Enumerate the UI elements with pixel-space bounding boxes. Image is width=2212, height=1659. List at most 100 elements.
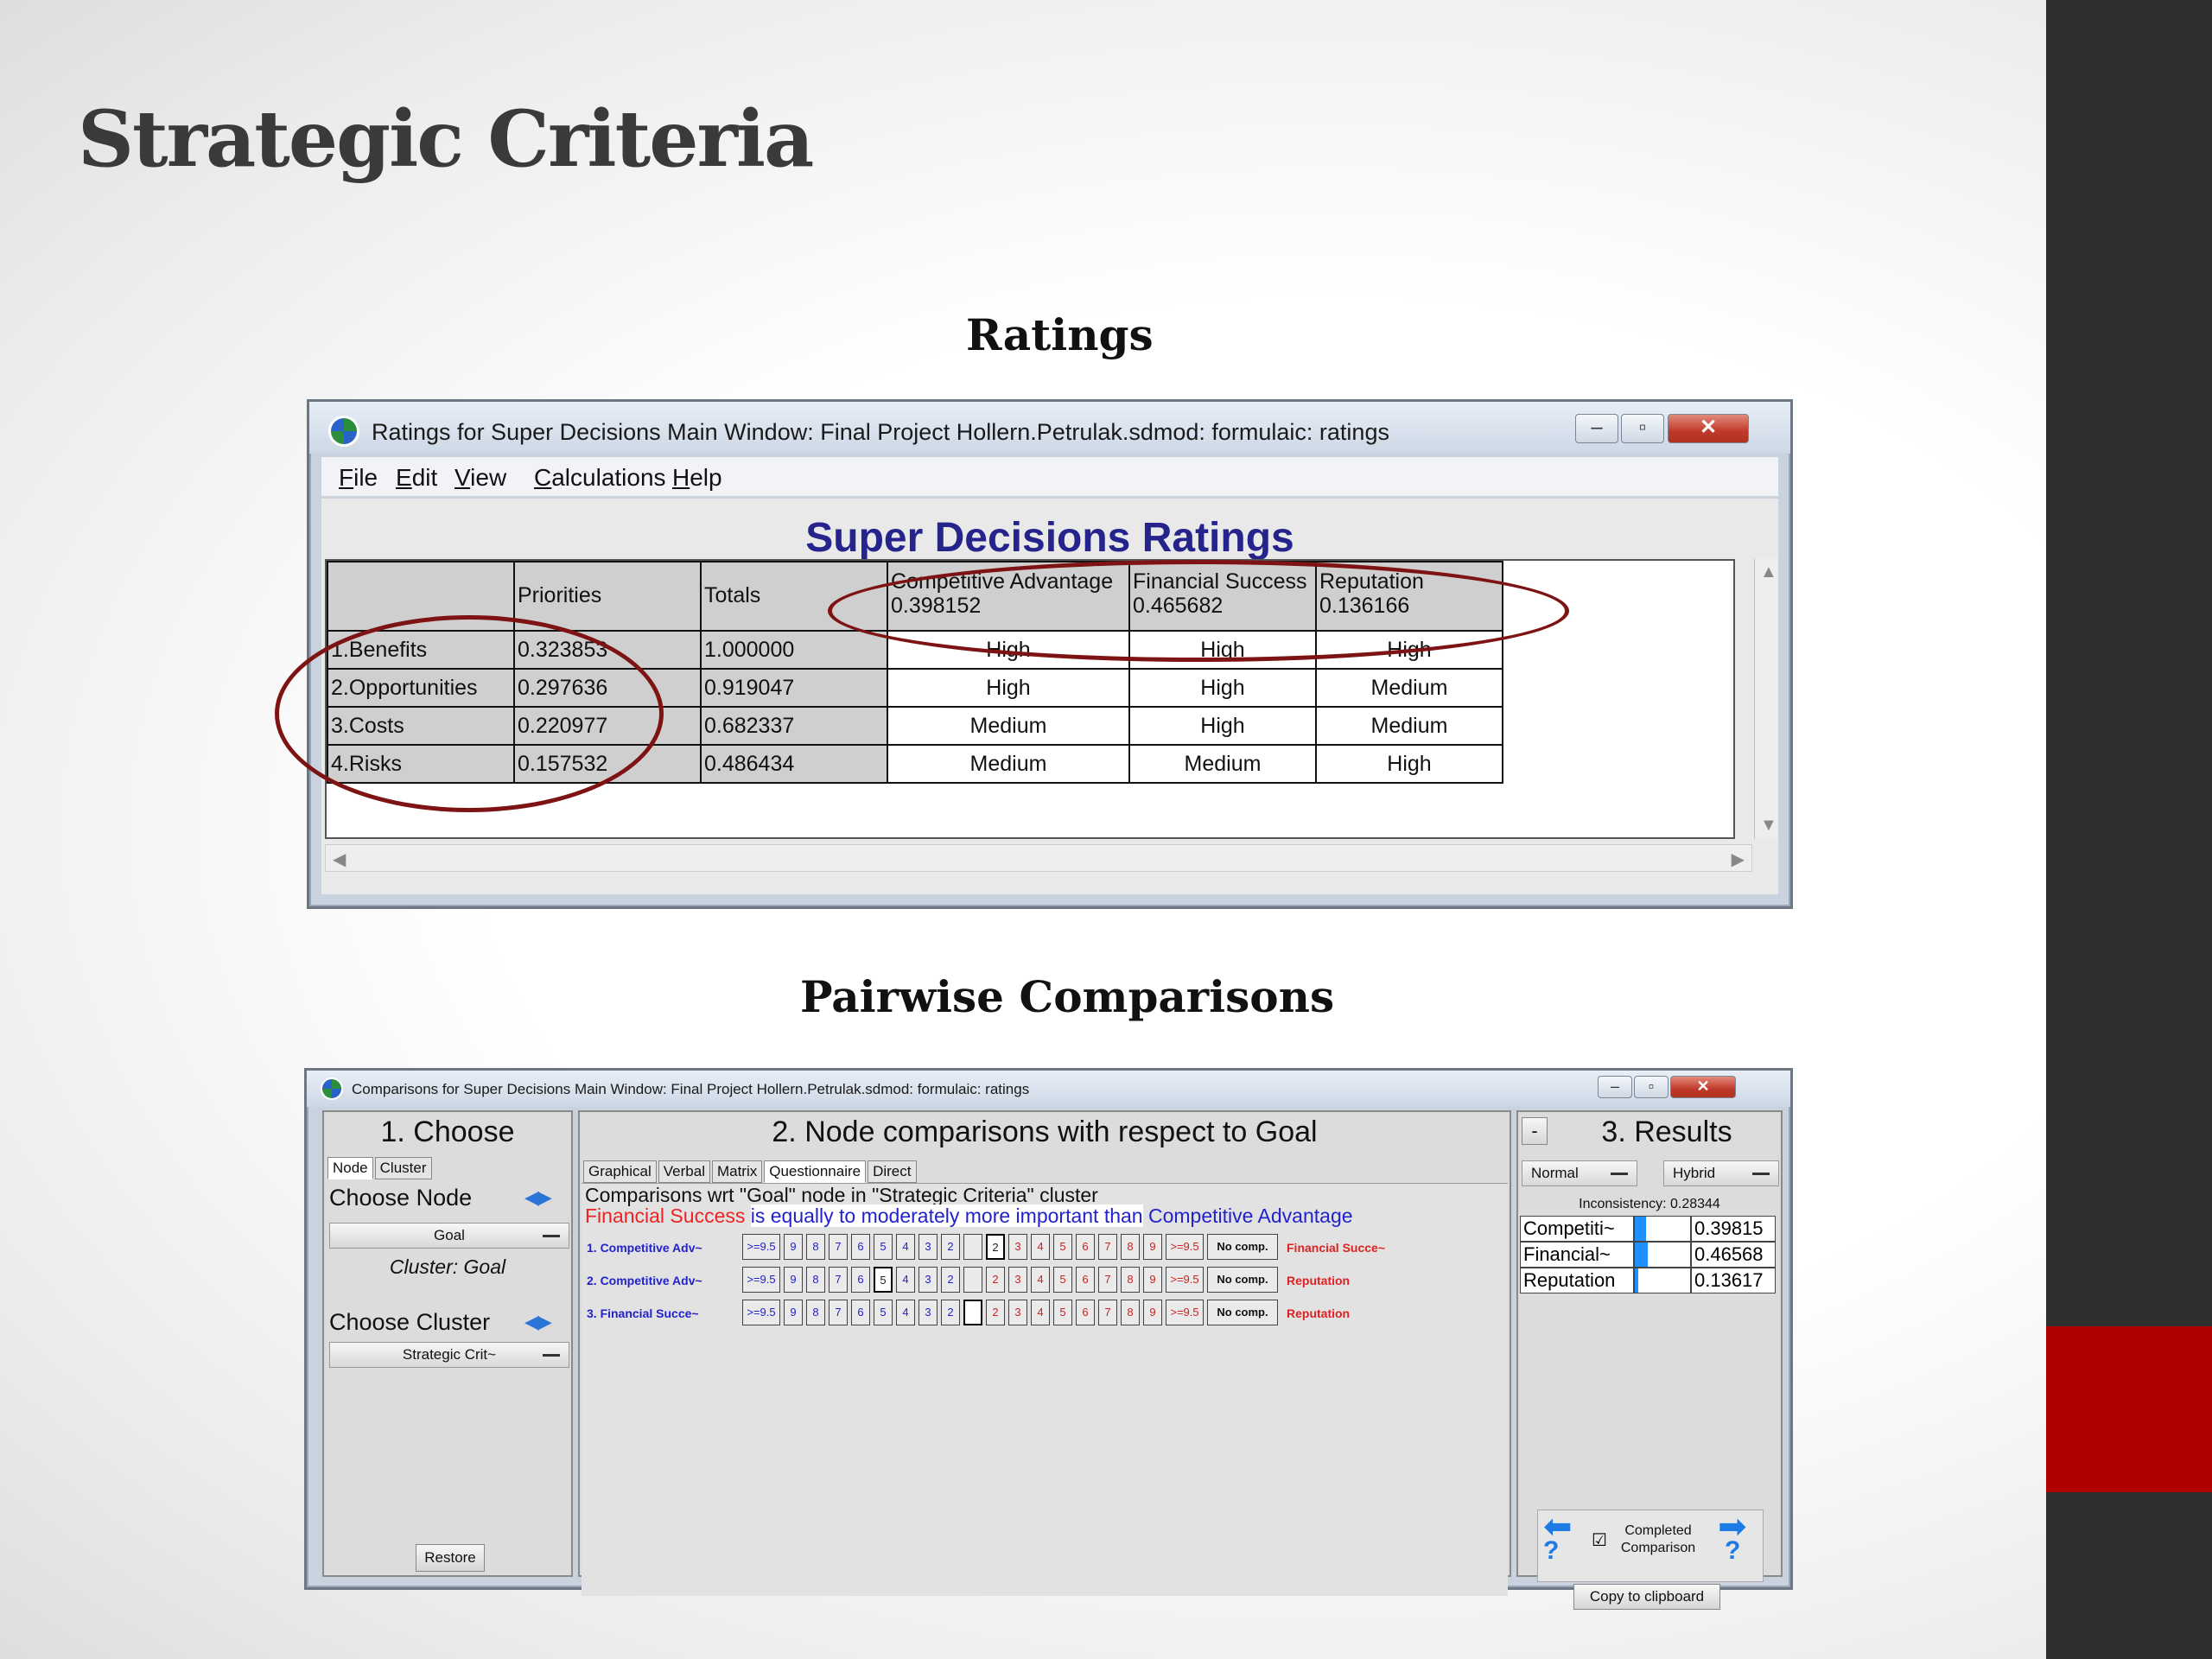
scale-box[interactable]: 5 (874, 1267, 893, 1293)
scale-box[interactable]: 4 (896, 1234, 915, 1260)
maximize-icon[interactable]: ▫ (1634, 1076, 1669, 1098)
scale-box[interactable]: 3 (918, 1267, 938, 1293)
scale-box[interactable]: 4 (1031, 1234, 1050, 1260)
scale-box[interactable]: 7 (1098, 1234, 1117, 1260)
completed-checkbox[interactable]: ☑ (1592, 1529, 1607, 1551)
copy-clipboard-button[interactable]: Copy to clipboard (1573, 1584, 1720, 1610)
rating-cell[interactable]: High (1315, 744, 1503, 784)
scale-box[interactable]: 8 (806, 1300, 825, 1325)
scale-box[interactable]: 9 (784, 1267, 803, 1293)
scroll-up-icon[interactable]: ▲ (1760, 563, 1777, 582)
scale-box[interactable]: 9 (1143, 1234, 1162, 1260)
tab-verbal[interactable]: Verbal (658, 1160, 710, 1183)
scale-box[interactable]: 3 (918, 1300, 938, 1325)
scale-box[interactable]: >=9.5 (742, 1267, 780, 1293)
scale-box[interactable]: 4 (1031, 1267, 1050, 1293)
tab-matrix[interactable]: Matrix (711, 1160, 763, 1183)
scale-box[interactable]: 9 (1143, 1300, 1162, 1325)
rating-cell[interactable]: Medium (1128, 744, 1317, 784)
comparisons-titlebar[interactable]: Comparisons for Super Decisions Main Win… (307, 1071, 1790, 1107)
rating-cell[interactable]: High (1128, 668, 1317, 708)
scale-box[interactable]: 6 (1076, 1234, 1095, 1260)
scroll-down-icon[interactable]: ▼ (1760, 816, 1777, 836)
scale-box[interactable]: 3 (918, 1234, 938, 1260)
scale-box[interactable] (963, 1267, 982, 1293)
scale-box[interactable]: 2 (986, 1300, 1005, 1325)
scale-box[interactable]: >=9.5 (1166, 1234, 1204, 1260)
scale-box[interactable]: 8 (1121, 1234, 1140, 1260)
cluster-nav-arrows-icon[interactable]: ◀▶ (524, 1311, 552, 1333)
collapse-button[interactable]: - (1522, 1117, 1548, 1145)
no-comparison-button[interactable]: No comp. (1207, 1267, 1278, 1293)
scale-box[interactable]: 5 (874, 1300, 893, 1325)
scale-box[interactable]: 9 (784, 1234, 803, 1260)
hybrid-dropdown[interactable]: Hybrid (1663, 1160, 1779, 1186)
menu-calculations[interactable]: Calculations (534, 464, 666, 492)
node-nav-arrows-icon[interactable]: ◀▶ (524, 1186, 552, 1209)
help-right-icon[interactable]: ? (1725, 1536, 1740, 1566)
scroll-right-icon[interactable]: ▶ (1732, 849, 1745, 870)
no-comparison-button[interactable]: No comp. (1207, 1234, 1278, 1260)
scale-box[interactable] (963, 1234, 982, 1260)
scale-box[interactable]: 4 (896, 1300, 915, 1325)
scale-box[interactable]: 5 (1053, 1234, 1072, 1260)
restore-button[interactable]: Restore (416, 1544, 485, 1572)
rating-cell[interactable]: High (1315, 630, 1503, 670)
scale-box[interactable]: 7 (1098, 1267, 1117, 1293)
rating-cell[interactable]: Medium (887, 744, 1130, 784)
vertical-scrollbar[interactable]: ▲ ▼ (1754, 559, 1778, 839)
header-criterion-2[interactable]: Financial Success 0.465682 (1128, 561, 1317, 632)
cluster-dropdown[interactable]: Strategic Crit~ (329, 1342, 569, 1368)
scale-box[interactable]: 7 (829, 1300, 848, 1325)
scale-box[interactable]: 8 (806, 1234, 825, 1260)
tab-cluster[interactable]: Cluster (374, 1157, 432, 1179)
close-icon[interactable]: ✕ (1668, 414, 1749, 443)
scale-box[interactable]: 2 (986, 1234, 1005, 1260)
rating-cell[interactable]: High (1128, 630, 1317, 670)
scale-box[interactable]: 4 (1031, 1300, 1050, 1325)
no-comparison-button[interactable]: No comp. (1207, 1300, 1278, 1325)
scale-box[interactable]: 3 (1008, 1300, 1027, 1325)
rating-cell[interactable]: Medium (1315, 668, 1503, 708)
minimize-icon[interactable]: – (1598, 1076, 1632, 1098)
menu-edit[interactable]: Edit (396, 464, 437, 492)
scale-box[interactable]: 8 (1121, 1267, 1140, 1293)
scale-box[interactable]: 2 (941, 1234, 960, 1260)
rating-cell[interactable]: High (1128, 706, 1317, 746)
maximize-icon[interactable]: ▫ (1621, 414, 1664, 443)
close-icon[interactable]: ✕ (1670, 1076, 1736, 1098)
scale-box[interactable]: 4 (896, 1267, 915, 1293)
scale-box[interactable]: 2 (941, 1267, 960, 1293)
ratings-titlebar[interactable]: Ratings for Super Decisions Main Window:… (309, 402, 1790, 454)
menu-file[interactable]: File (339, 464, 378, 492)
rating-cell[interactable]: Medium (887, 706, 1130, 746)
scale-box[interactable]: 5 (1053, 1267, 1072, 1293)
scale-box[interactable]: >=9.5 (1166, 1267, 1204, 1293)
scale-box[interactable]: >=9.5 (1166, 1300, 1204, 1325)
scale-box[interactable]: 9 (1143, 1267, 1162, 1293)
horizontal-scrollbar[interactable]: ◀ ▶ (325, 844, 1752, 872)
scale-box[interactable]: 6 (851, 1300, 870, 1325)
minimize-icon[interactable]: – (1575, 414, 1618, 443)
scale-box[interactable]: 7 (1098, 1300, 1117, 1325)
scale-box[interactable]: 7 (829, 1267, 848, 1293)
rating-cell[interactable]: Medium (1315, 706, 1503, 746)
menu-view[interactable]: View (454, 464, 506, 492)
rating-cell[interactable]: High (887, 630, 1130, 670)
scale-box[interactable]: 6 (851, 1267, 870, 1293)
scale-box[interactable]: 2 (986, 1267, 1005, 1293)
scale-box[interactable]: 7 (829, 1234, 848, 1260)
menu-help[interactable]: Help (672, 464, 722, 492)
scale-box[interactable] (963, 1300, 982, 1325)
tab-node[interactable]: Node (327, 1157, 373, 1179)
tab-direct[interactable]: Direct (868, 1160, 917, 1183)
node-dropdown[interactable]: Goal (329, 1223, 569, 1249)
header-criterion-3[interactable]: Reputation 0.136166 (1315, 561, 1503, 632)
scale-box[interactable]: 3 (1008, 1267, 1027, 1293)
rating-cell[interactable]: High (887, 668, 1130, 708)
scale-box[interactable]: >=9.5 (742, 1234, 780, 1260)
header-criterion-1[interactable]: Competitive Advantage 0.398152 (887, 561, 1130, 632)
help-left-icon[interactable]: ? (1543, 1536, 1559, 1566)
scale-box[interactable]: 8 (1121, 1300, 1140, 1325)
normal-dropdown[interactable]: Normal (1522, 1160, 1637, 1186)
